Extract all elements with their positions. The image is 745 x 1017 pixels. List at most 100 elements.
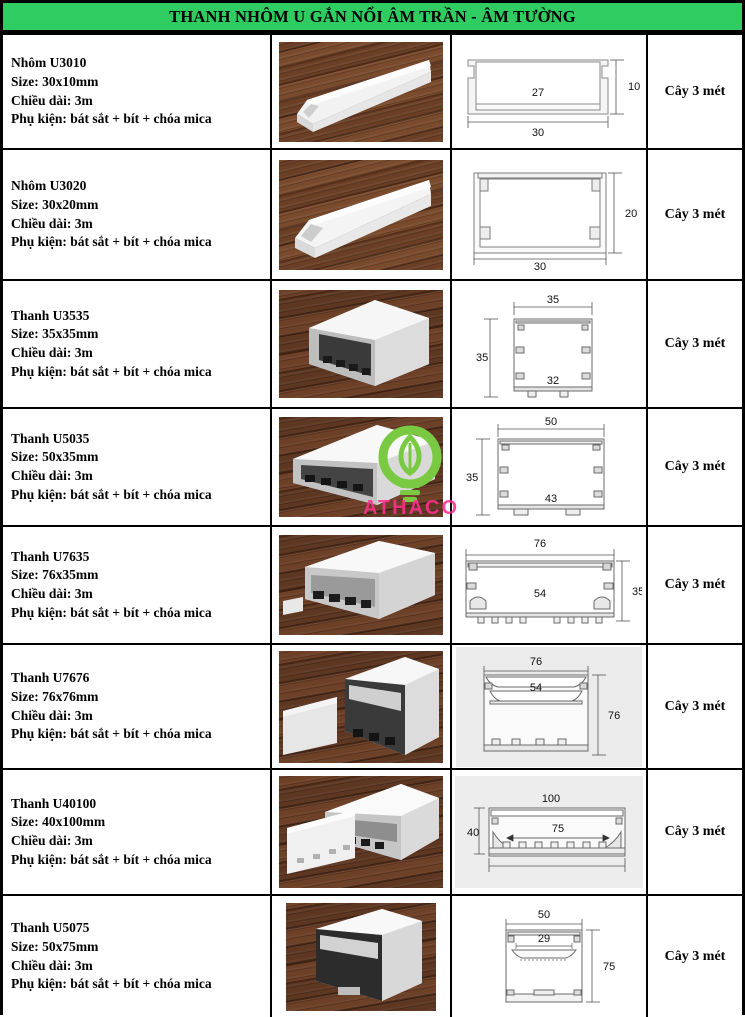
table-row: Thanh U5035 Size: 50x35mm Chiều dài: 3m … bbox=[3, 407, 742, 527]
product-size: Size: 50x35mm bbox=[11, 449, 99, 465]
width-dim-label: 35 bbox=[547, 294, 559, 306]
product-accessories: Phụ kiện: bát sắt + bít + chóa mica bbox=[11, 604, 212, 620]
height-dim-label: 76 bbox=[608, 710, 620, 722]
product-length: Chiều dài: 3m bbox=[11, 707, 93, 723]
u5075-dimension-drawing: 50 75 29 bbox=[456, 902, 642, 1012]
product-length: Chiều dài: 3m bbox=[11, 957, 93, 973]
spec-cell: Thanh U7676 Size: 76x76mm Chiều dài: 3m … bbox=[3, 643, 272, 770]
unit-label: Cây 3 mét bbox=[664, 206, 726, 222]
width-dim-label: 100 bbox=[542, 793, 560, 805]
height-dim-label: 35 bbox=[466, 472, 478, 484]
drawing-cell: 50 75 29 bbox=[450, 894, 648, 1017]
spec-cell: Thanh U3535 Size: 35x35mm Chiều dài: 3m … bbox=[3, 279, 272, 409]
table-row: Thanh U5075 Size: 50x75mm Chiều dài: 3m … bbox=[3, 894, 742, 1017]
unit-cell: Cây 3 mét bbox=[646, 643, 742, 770]
photo-cell bbox=[270, 768, 452, 896]
spec-cell: Thanh U5035 Size: 50x35mm Chiều dài: 3m … bbox=[3, 407, 272, 527]
drawing-cell: 27 10 30 bbox=[450, 33, 648, 150]
photo-cell bbox=[270, 894, 452, 1017]
product-size: Size: 30x20mm bbox=[11, 196, 99, 212]
product-name: Thanh U5035 bbox=[11, 430, 90, 446]
u40100-profile-photo bbox=[279, 776, 443, 888]
u7635-profile-photo bbox=[279, 535, 443, 635]
product-accessories: Phụ kiện: bát sắt + bít + chóa mica bbox=[11, 111, 212, 127]
u3010-dimension-drawing: 27 10 30 bbox=[456, 38, 642, 146]
drawing-cell: 76 76 54 bbox=[450, 643, 648, 770]
spec-cell: Thanh U7635 Size: 76x35mm Chiều dài: 3m … bbox=[3, 525, 272, 645]
u5035-dimension-drawing: 50 35 43 bbox=[456, 409, 642, 525]
product-accessories: Phụ kiện: bát sắt + bít + chóa mica bbox=[11, 851, 212, 867]
photo-cell bbox=[270, 643, 452, 770]
product-length: Chiều dài: 3m bbox=[11, 833, 93, 848]
height-dim-label: 75 bbox=[603, 961, 615, 973]
spec-cell: Thanh U40100 Size: 40x100mm Chiều dài: 3… bbox=[3, 768, 272, 896]
product-name: Thanh U7676 bbox=[11, 670, 90, 686]
product-size: Size: 76x76mm bbox=[11, 688, 99, 704]
product-size: Size: 50x75mm bbox=[11, 938, 99, 954]
width-dim-label: 50 bbox=[538, 909, 550, 921]
table-row: Thanh U40100 Size: 40x100mm Chiều dài: 3… bbox=[3, 768, 742, 896]
unit-label: Cây 3 mét bbox=[664, 83, 726, 99]
product-spec-sheet: THANH NHÔM U GẮN NỔI ÂM TRẦN - ÂM TƯỜNG … bbox=[0, 0, 745, 1017]
height-dim-label: 20 bbox=[625, 208, 637, 220]
unit-label: Cây 3 mét bbox=[664, 336, 726, 351]
width-dim-label: 30 bbox=[532, 127, 544, 139]
product-name: Nhôm U3020 bbox=[11, 178, 87, 194]
product-size: Size: 35x35mm bbox=[11, 326, 99, 342]
product-accessories: Phụ kiện: bát sắt + bít + chóa mica bbox=[11, 363, 212, 379]
unit-label: Cây 3 mét bbox=[664, 459, 726, 474]
u40100-dimension-drawing: 100 40 75 bbox=[455, 776, 643, 888]
drawing-cell: 100 40 75 bbox=[450, 768, 648, 896]
photo-cell bbox=[270, 33, 452, 150]
drawing-cell: 50 35 43 bbox=[450, 407, 648, 527]
product-name: Thanh U7635 bbox=[11, 548, 90, 564]
table-row: Thanh U7676 Size: 76x76mm Chiều dài: 3m … bbox=[3, 643, 742, 770]
inner-dim-label: 29 bbox=[538, 933, 550, 945]
unit-label: Cây 3 mét bbox=[664, 948, 726, 964]
page-title: THANH NHÔM U GẮN NỔI ÂM TRẦN - ÂM TƯỜNG bbox=[169, 6, 576, 26]
unit-cell: Cây 3 mét bbox=[646, 33, 742, 150]
width-dim-label: 50 bbox=[545, 416, 557, 428]
product-size: Size: 30x10mm bbox=[11, 73, 99, 89]
inner-dim-label: 54 bbox=[530, 682, 542, 694]
product-size: Size: 40x100mm bbox=[11, 814, 106, 830]
product-table: Nhôm U3010 Size: 30x10mm Chiều dài: 3m P… bbox=[3, 33, 742, 1017]
height-dim-label: 40 bbox=[467, 827, 479, 839]
u5075-profile-photo bbox=[286, 902, 436, 1011]
table-row: Thanh U7635 Size: 76x35mm Chiều dài: 3m … bbox=[3, 525, 742, 645]
u7676-profile-photo bbox=[279, 650, 443, 763]
photo-cell bbox=[270, 407, 452, 527]
product-length: Chiều dài: 3m bbox=[11, 215, 93, 231]
unit-cell: Cây 3 mét bbox=[646, 279, 742, 409]
inner-dim-label: 54 bbox=[534, 588, 546, 600]
unit-cell: Cây 3 mét bbox=[646, 894, 742, 1017]
table-row: Nhôm U3020 Size: 30x20mm Chiều dài: 3m P… bbox=[3, 148, 742, 281]
table-row: Thanh U3535 Size: 35x35mm Chiều dài: 3m … bbox=[3, 279, 742, 409]
product-accessories: Phụ kiện: bát sắt + bít + chóa mica bbox=[11, 486, 212, 502]
u3020-profile-photo bbox=[279, 159, 443, 270]
inner-dim-label: 27 bbox=[532, 87, 544, 99]
drawing-cell: 20 30 bbox=[450, 148, 648, 281]
product-name: Nhôm U3010 bbox=[11, 55, 87, 71]
spec-cell: Nhôm U3020 Size: 30x20mm Chiều dài: 3m P… bbox=[3, 148, 272, 281]
product-name: Thanh U5075 bbox=[11, 920, 90, 936]
product-length: Chiều dài: 3m bbox=[11, 468, 93, 483]
u3020-dimension-drawing: 20 30 bbox=[456, 157, 642, 273]
u3010-profile-photo bbox=[279, 41, 443, 142]
inner-dim-label: 32 bbox=[547, 375, 559, 387]
u3535-profile-photo bbox=[279, 290, 443, 398]
product-accessories: Phụ kiện: bát sắt + bít + chóa mica bbox=[11, 976, 212, 992]
photo-cell bbox=[270, 279, 452, 409]
inner-dim-label: 75 bbox=[552, 823, 564, 835]
photo-cell bbox=[270, 148, 452, 281]
photo-cell bbox=[270, 525, 452, 645]
unit-label: Cây 3 mét bbox=[664, 577, 726, 592]
product-name: Thanh U3535 bbox=[11, 307, 90, 323]
u7635-dimension-drawing: 76 35 54 bbox=[456, 529, 642, 641]
product-size: Size: 76x35mm bbox=[11, 567, 99, 583]
product-accessories: Phụ kiện: bát sắt + bít + chóa mica bbox=[11, 726, 212, 742]
unit-label: Cây 3 mét bbox=[664, 824, 726, 839]
product-length: Chiều dài: 3m bbox=[11, 586, 93, 601]
drawing-cell: 76 35 54 bbox=[450, 525, 648, 645]
product-accessories: Phụ kiện: bát sắt + bít + chóa mica bbox=[11, 234, 212, 250]
